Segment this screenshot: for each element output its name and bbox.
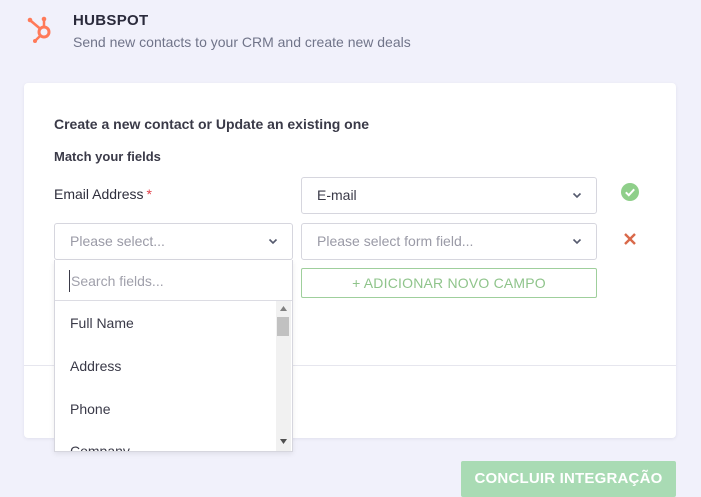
integration-header: HUBSPOT Send new contacts to your CRM an… [26,10,676,58]
crm-field-placeholder: Please select... [70,233,165,249]
email-address-label: Email Address * [54,186,152,202]
crm-field-select[interactable]: Please select... [54,223,293,260]
section-title: Create a new contact or Update an existi… [54,116,370,132]
hubspot-logo-icon [27,16,51,43]
chevron-down-icon [268,238,278,245]
scroll-up-arrow-icon[interactable] [279,305,288,312]
email-label-text: Email Address [54,186,144,202]
remove-x-icon[interactable] [623,232,637,246]
dropdown-scrollbar[interactable] [276,301,291,451]
option-address[interactable]: Address [70,358,121,374]
crm-field-dropdown: Full Name Address Phone Company [54,260,293,452]
finish-integration-button[interactable]: CONCLUIR INTEGRAÇÃO [461,461,676,497]
form-field-placeholder: Please select form field... [317,233,474,249]
email-form-field-value: E-mail [317,187,357,203]
search-fields-input[interactable] [69,270,279,292]
option-company[interactable]: Company [70,443,130,451]
dropdown-search [55,260,292,301]
option-full-name[interactable]: Full Name [70,315,134,331]
chevron-down-icon [572,238,582,245]
option-phone[interactable]: Phone [70,401,110,417]
chevron-down-icon [572,192,582,199]
scroll-down-arrow-icon[interactable] [279,438,288,445]
form-field-select[interactable]: Please select form field... [301,223,597,260]
match-fields-title: Match your fields [54,149,161,164]
integration-subtitle: Send new contacts to your CRM and create… [73,34,411,50]
scrollbar-thumb[interactable] [277,317,289,336]
integration-title: HUBSPOT [73,12,149,29]
check-circle-icon [621,183,639,201]
dropdown-option-list: Full Name Address Phone Company [55,301,277,451]
required-asterisk: * [146,186,152,202]
email-form-field-select[interactable]: E-mail [301,177,597,214]
add-new-field-button[interactable]: + ADICIONAR NOVO CAMPO [301,268,597,298]
